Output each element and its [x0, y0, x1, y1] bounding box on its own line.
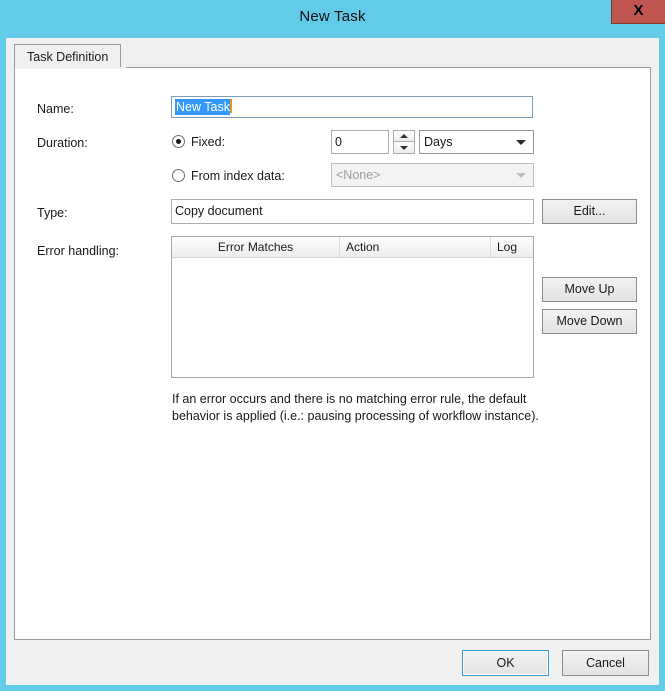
move-down-button[interactable]: Move Down — [542, 309, 637, 334]
dialog-window: New Task X Task Definition Name: New Tas… — [0, 0, 665, 691]
name-input[interactable]: New Task — [171, 96, 533, 118]
text-caret — [229, 99, 232, 113]
chevron-down-icon-disabled — [516, 173, 526, 178]
ok-button[interactable]: OK — [462, 650, 549, 676]
tab-strip: Task Definition — [14, 44, 651, 68]
duration-unit-select[interactable]: Days — [419, 130, 534, 154]
cancel-button[interactable]: Cancel — [562, 650, 649, 676]
window-title: New Task — [299, 8, 366, 25]
radio-fixed[interactable]: Fixed: — [172, 135, 225, 149]
index-data-value: <None> — [336, 168, 381, 182]
name-input-value: New Task — [175, 99, 230, 115]
error-handling-label: Error handling: — [37, 244, 119, 258]
radio-fixed-mark — [172, 135, 185, 148]
table-header-row: Error Matches Action Log — [172, 237, 533, 258]
type-input[interactable]: Copy document — [171, 199, 534, 224]
name-label: Name: — [37, 102, 74, 116]
error-rules-table[interactable]: Error Matches Action Log — [171, 236, 534, 378]
tab-panel-task-definition: Name: New Task Duration: Fixed: 0 Days F… — [14, 67, 651, 640]
close-icon[interactable]: X — [611, 0, 665, 24]
edit-button[interactable]: Edit... — [542, 199, 637, 224]
type-label: Type: — [37, 206, 68, 220]
tab-active-connector — [15, 67, 126, 69]
duration-spinner[interactable] — [393, 130, 415, 154]
spinner-down-icon[interactable] — [393, 142, 415, 154]
column-header-action[interactable]: Action — [340, 237, 491, 257]
dialog-client-area: Task Definition Name: New Task Duration:… — [6, 38, 659, 685]
dialog-footer: OK Cancel — [14, 646, 651, 679]
duration-label: Duration: — [37, 136, 88, 150]
index-data-select[interactable]: <None> — [331, 163, 534, 187]
radio-fixed-label: Fixed: — [191, 135, 226, 149]
spinner-up-icon[interactable] — [393, 130, 415, 142]
chevron-down-icon — [516, 140, 526, 145]
title-bar: New Task X — [0, 0, 665, 38]
tab-task-definition[interactable]: Task Definition — [14, 44, 122, 68]
table-body — [172, 258, 533, 377]
error-handling-help-text: If an error occurs and there is no match… — [172, 392, 539, 423]
radio-from-index-data[interactable]: From index data: — [172, 169, 285, 183]
move-up-button[interactable]: Move Up — [542, 277, 637, 302]
column-header-log[interactable]: Log — [491, 237, 533, 257]
radio-from-index-data-mark — [172, 169, 185, 182]
duration-unit-value: Days — [424, 135, 453, 149]
duration-amount-input[interactable]: 0 — [331, 130, 389, 154]
column-header-error-matches[interactable]: Error Matches — [172, 237, 340, 257]
radio-from-index-data-label: From index data: — [191, 169, 285, 183]
